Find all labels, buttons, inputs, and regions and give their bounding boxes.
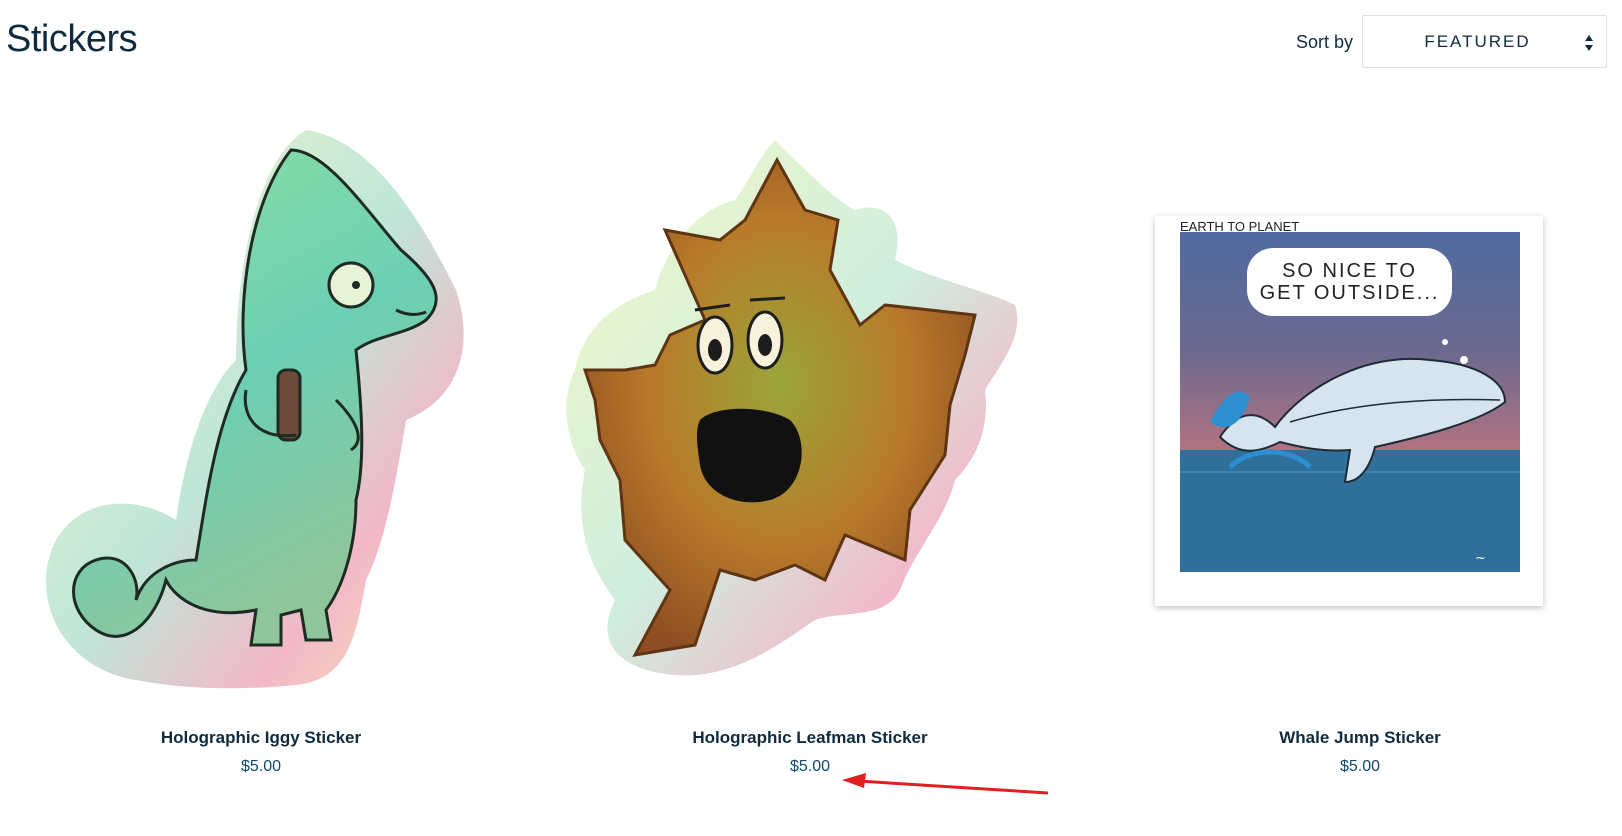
iggy-sticker-image[interactable] xyxy=(6,120,516,720)
product-price: $5.00 xyxy=(1339,758,1381,775)
sort-by-label: Sort by xyxy=(1296,32,1354,52)
product-card-whale-jump[interactable]: EARTH TO PLANET SO NICE TO GET OUTSIDE..… xyxy=(1105,120,1615,780)
page-title: Stickers xyxy=(6,18,138,60)
bubble-line-2: GET OUTSIDE... xyxy=(1259,282,1440,304)
product-card-leafman[interactable]: Holographic Leafman Sticker $5.00 xyxy=(555,120,1065,780)
product-card-iggy[interactable]: Holographic Iggy Sticker $5.00 xyxy=(6,120,516,780)
bubble-line-1: SO NICE TO xyxy=(1282,260,1417,282)
leafman-sticker-image[interactable] xyxy=(555,120,1065,720)
whale-sticker-image[interactable]: EARTH TO PLANET SO NICE TO GET OUTSIDE..… xyxy=(1155,216,1543,606)
product-name[interactable]: Holographic Leafman Sticker xyxy=(555,728,1065,748)
product-name[interactable]: Whale Jump Sticker xyxy=(1105,728,1615,748)
product-price: $5.00 xyxy=(240,758,282,775)
annotation-arrow xyxy=(842,773,1049,795)
thought-bubble: SO NICE TO GET OUTSIDE... xyxy=(1247,248,1452,316)
product-name[interactable]: Holographic Iggy Sticker xyxy=(6,728,516,748)
sort-selected-value: FEATURED xyxy=(1424,31,1531,51)
sort-select[interactable]: FEATURED xyxy=(1362,15,1607,68)
select-arrows-icon xyxy=(1585,35,1593,51)
artist-signature: ~ xyxy=(1475,551,1486,566)
